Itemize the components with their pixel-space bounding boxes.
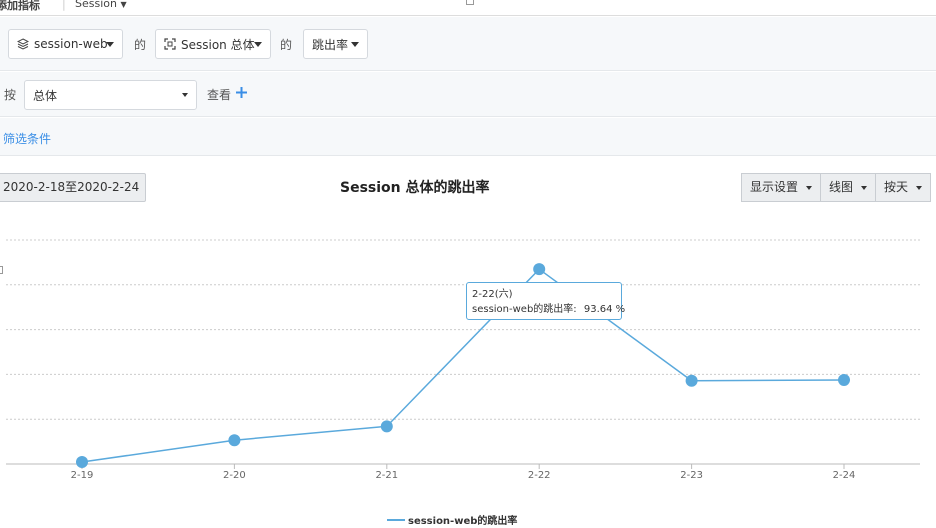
chart-tooltip: 2-22(六) session-web的跳出率: 93.64 %	[466, 282, 625, 320]
granularity-label: 按天	[884, 180, 909, 194]
target-select[interactable]: Session 总体	[155, 29, 271, 59]
tooltip-value: 93.64 %	[583, 304, 626, 315]
connector-text: 的	[280, 38, 293, 52]
tooltip-date: 2-22(六)	[472, 289, 513, 300]
granularity-button[interactable]: 按天	[875, 173, 932, 202]
x-tick-label: 2-24	[833, 470, 856, 481]
caret-down-icon	[254, 42, 262, 47]
connector-text: 的	[134, 38, 147, 52]
analytics-page: 添加指标 | Session ▼ session-web 的 Session 总…	[0, 0, 936, 528]
tooltip-row: session-web的跳出率: 93.64 %	[472, 302, 625, 317]
session-dropdown[interactable]: Session ▼	[75, 0, 127, 10]
target-select-value: Session 总体	[181, 37, 255, 52]
data-point-2-20[interactable]	[228, 434, 241, 447]
caret-down-icon: ▼	[120, 0, 127, 9]
metric-select[interactable]: 跳出率	[303, 29, 368, 59]
divider: |	[62, 0, 66, 11]
series-line	[81, 268, 845, 463]
focus-frame-icon	[164, 38, 176, 50]
data-point-2-23[interactable]	[685, 374, 698, 387]
filter-row: 筛选条件	[0, 118, 936, 156]
view-label: 查看	[207, 88, 232, 102]
group-select-value: 总体	[33, 88, 58, 103]
x-tick-label: 2-20	[223, 470, 246, 481]
chart-title: Session 总体的跳出率	[340, 180, 490, 196]
caret-down-icon	[861, 186, 868, 190]
filter-link[interactable]: 筛选条件	[3, 130, 51, 147]
chart-grid	[6, 239, 920, 420]
resize-handle[interactable]	[466, 0, 474, 5]
top-bar: 添加指标 | Session ▼	[0, 0, 936, 16]
chart-legend[interactable]: session-web的跳出率	[387, 512, 517, 527]
caret-down-icon	[351, 42, 359, 47]
chart-x-axis: 2-19 2-20 2-21 2-22 2-23 2-24	[6, 463, 920, 481]
plus-icon[interactable]	[235, 86, 248, 99]
group-select[interactable]: 总体	[24, 80, 197, 110]
line-chart: 2-19 2-20 2-21 2-22 2-23 2-24	[6, 239, 920, 481]
chart-series	[76, 263, 850, 469]
chart-type-button[interactable]: 线图	[820, 173, 877, 202]
x-tick-label: 2-23	[680, 470, 703, 481]
caret-down-icon	[106, 42, 114, 47]
caret-down-icon	[916, 186, 923, 190]
chart-type-label: 线图	[829, 180, 854, 194]
data-point-2-19[interactable]	[76, 456, 88, 469]
session-label: Session	[75, 0, 117, 10]
metric-select-value: 跳出率	[312, 37, 349, 52]
x-tick-label: 2-21	[375, 470, 398, 481]
caret-down-icon	[182, 93, 188, 97]
chart-options-group: 显示设置 线图 按天	[741, 173, 932, 202]
data-point-2-22[interactable]	[533, 263, 546, 276]
legend-label: session-web的跳出率	[408, 516, 518, 527]
source-select[interactable]: session-web	[8, 29, 123, 59]
top-title: 添加指标	[0, 0, 40, 12]
display-settings-label: 显示设置	[750, 180, 799, 194]
tooltip-series-label: session-web的跳出率:	[472, 304, 577, 315]
layers-icon	[17, 38, 29, 50]
display-settings-button[interactable]: 显示设置	[741, 173, 822, 202]
group-row: 按 总体 查看	[0, 72, 936, 117]
data-point-2-24[interactable]	[838, 373, 850, 386]
x-tick-label: 2-19	[71, 470, 94, 481]
date-range-button[interactable]: 2020-2-18至2020-2-24	[0, 173, 146, 202]
by-label: 按	[4, 88, 17, 102]
x-tick-label: 2-22	[528, 470, 551, 481]
caret-down-icon	[806, 186, 813, 190]
data-point-2-21[interactable]	[380, 420, 393, 433]
source-select-value: session-web	[34, 37, 108, 51]
metric-row: session-web 的 Session 总体 的 跳出率	[0, 17, 936, 71]
legend-line-icon	[387, 518, 405, 521]
